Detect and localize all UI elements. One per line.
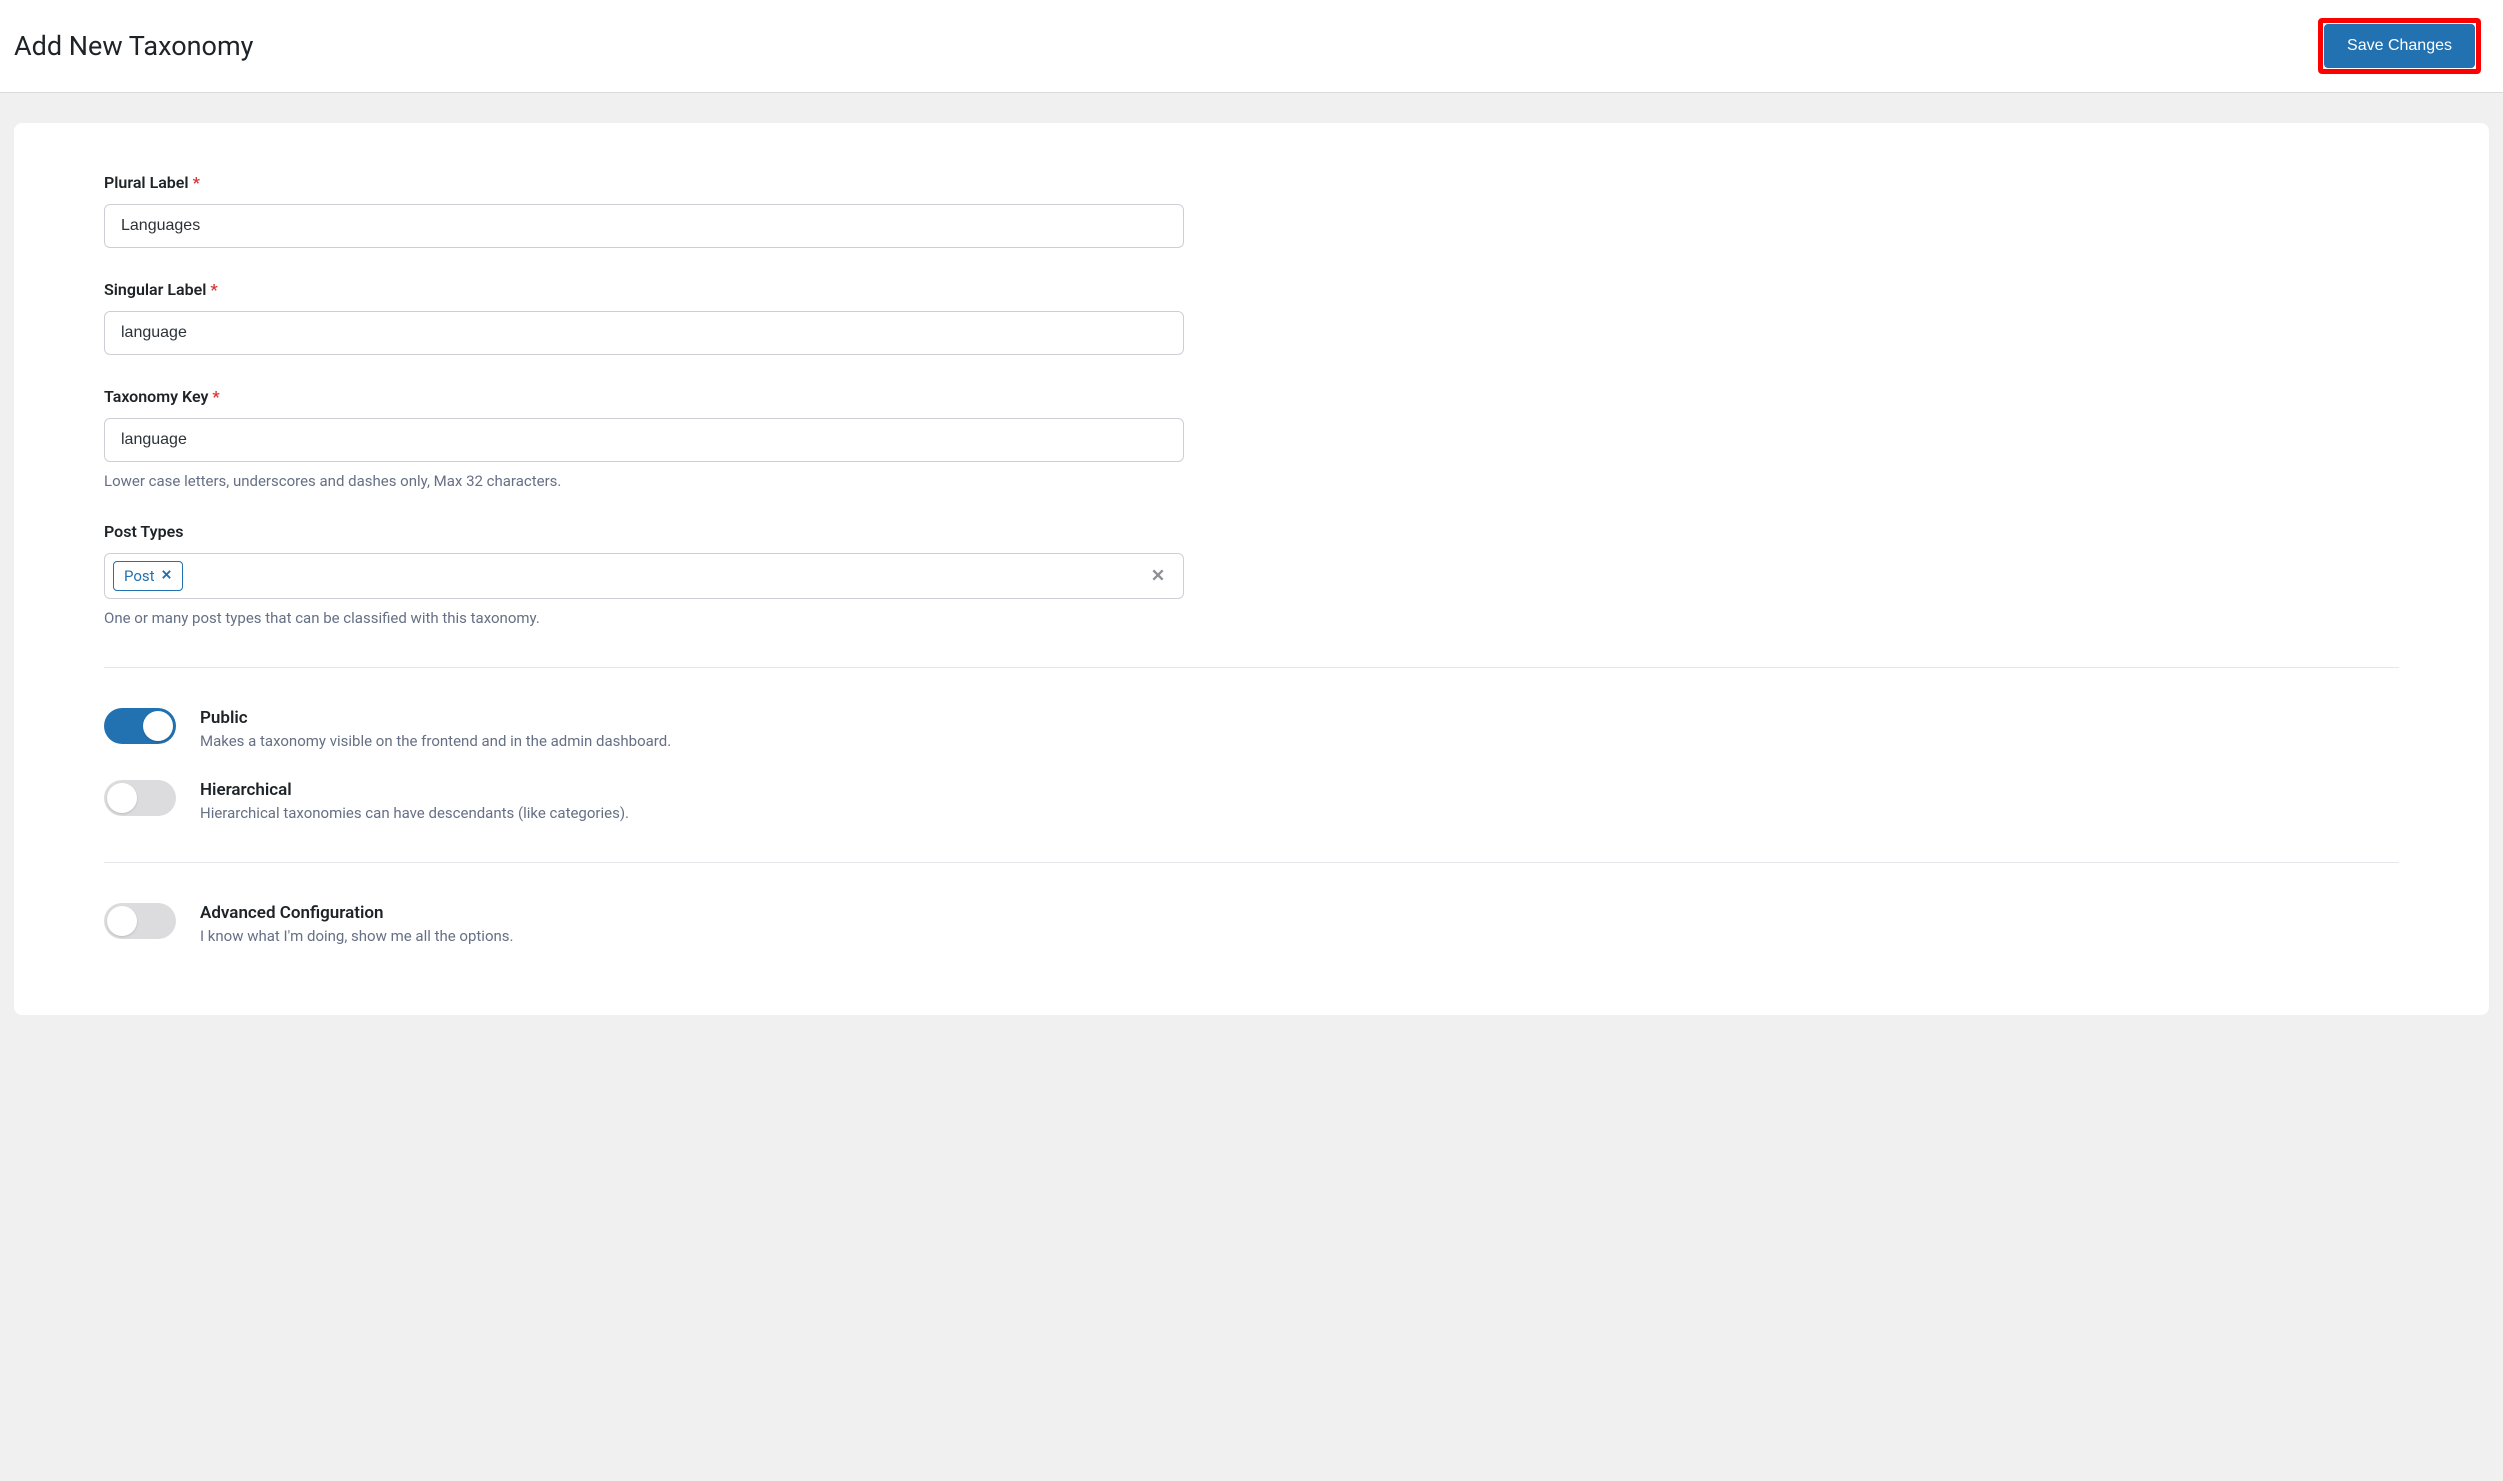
singular-label-label: Singular Label * (104, 280, 1184, 299)
clear-all-icon[interactable] (1141, 566, 1175, 587)
taxonomy-key-label-text: Taxonomy Key (104, 387, 208, 406)
advanced-toggle-desc: I know what I'm doing, show me all the o… (200, 927, 514, 945)
advanced-toggle-label: Advanced Configuration (200, 903, 514, 923)
plural-label-label: Plural Label * (104, 173, 1184, 192)
plural-label-text: Plural Label (104, 173, 189, 192)
taxonomy-key-input[interactable] (104, 418, 1184, 462)
post-types-label: Post Types (104, 522, 1184, 541)
section-divider (104, 862, 2399, 863)
field-plural-label: Plural Label * (104, 173, 1184, 248)
post-type-tag[interactable]: Post (113, 561, 183, 591)
public-toggle-text: Public Makes a taxonomy visible on the f… (200, 708, 671, 750)
page-header: Add New Taxonomy Save Changes (0, 0, 2503, 93)
plural-label-input[interactable] (104, 204, 1184, 248)
advanced-toggle-text: Advanced Configuration I know what I'm d… (200, 903, 514, 945)
required-marker: * (193, 173, 200, 192)
remove-tag-icon[interactable] (161, 569, 172, 583)
save-button[interactable]: Save Changes (2324, 24, 2475, 68)
singular-label-input[interactable] (104, 311, 1184, 355)
required-marker: * (212, 387, 219, 406)
form-panel: Plural Label * Singular Label * Taxonomy… (14, 123, 2489, 1015)
taxonomy-key-label: Taxonomy Key * (104, 387, 1184, 406)
hierarchical-toggle-desc: Hierarchical taxonomies can have descend… (200, 804, 629, 822)
field-singular-label: Singular Label * (104, 280, 1184, 355)
post-type-tag-label: Post (124, 567, 155, 585)
toggle-knob (143, 711, 173, 741)
toggle-row-public: Public Makes a taxonomy visible on the f… (104, 708, 2399, 750)
post-types-tags: Post (113, 561, 183, 591)
toggle-row-hierarchical: Hierarchical Hierarchical taxonomies can… (104, 780, 2399, 822)
post-types-help: One or many post types that can be class… (104, 609, 1184, 627)
hierarchical-toggle-label: Hierarchical (200, 780, 629, 800)
field-post-types: Post Types Post One or many post types t… (104, 522, 1184, 627)
section-divider (104, 667, 2399, 668)
field-taxonomy-key: Taxonomy Key * Lower case letters, under… (104, 387, 1184, 490)
public-toggle-desc: Makes a taxonomy visible on the frontend… (200, 732, 671, 750)
public-toggle[interactable] (104, 708, 176, 744)
post-types-input[interactable]: Post (104, 553, 1184, 599)
singular-label-text: Singular Label (104, 280, 206, 299)
public-toggle-label: Public (200, 708, 671, 728)
hierarchical-toggle[interactable] (104, 780, 176, 816)
toggle-knob (107, 783, 137, 813)
taxonomy-key-help: Lower case letters, underscores and dash… (104, 472, 1184, 490)
save-button-highlight: Save Changes (2318, 18, 2481, 74)
page-title: Add New Taxonomy (14, 30, 253, 62)
toggle-row-advanced: Advanced Configuration I know what I'm d… (104, 903, 2399, 945)
hierarchical-toggle-text: Hierarchical Hierarchical taxonomies can… (200, 780, 629, 822)
toggle-knob (107, 906, 137, 936)
required-marker: * (210, 280, 217, 299)
advanced-toggle[interactable] (104, 903, 176, 939)
